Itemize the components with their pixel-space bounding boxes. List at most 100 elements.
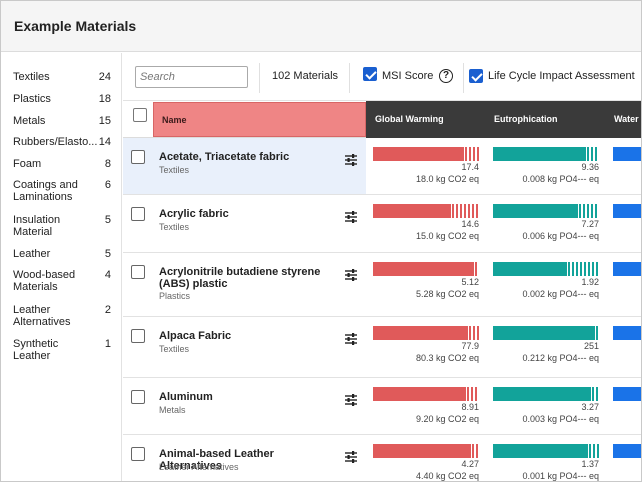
help-icon[interactable]: ? xyxy=(439,69,453,83)
sidebar-category[interactable]: Rubbers/Elasto... 14 xyxy=(13,136,111,148)
sidebar-category-count: 5 xyxy=(104,248,111,260)
eutrophication-value: 9.36 xyxy=(581,162,599,172)
tune-icon[interactable] xyxy=(344,450,358,464)
row-checkbox[interactable] xyxy=(131,265,145,279)
sidebar-category-label: Textiles xyxy=(13,71,50,83)
msi-score-checkbox[interactable] xyxy=(363,67,377,81)
eutrophication-value: 1.92 xyxy=(581,277,599,287)
toolbar: 102 Materials MSI Score ? Life Cycle Imp… xyxy=(123,53,641,101)
sidebar-category[interactable]: Synthetic Leather 1 xyxy=(13,338,111,362)
global-warming-bar xyxy=(373,147,479,161)
msi-score-label: MSI Score xyxy=(382,70,434,82)
row-checkbox[interactable] xyxy=(131,329,145,343)
table-row[interactable]: Animal-based Leather Alternatives Leather… xyxy=(123,435,641,481)
sidebar-category-count: 15 xyxy=(98,115,111,127)
global-warming-value: 4.27 xyxy=(461,459,479,469)
eutrophication-column-header[interactable]: Eutrophication xyxy=(494,114,558,124)
lca-checkbox[interactable] xyxy=(469,69,483,83)
sidebar-category[interactable]: Textiles 24 xyxy=(13,71,111,83)
sidebar-category-count: 6 xyxy=(104,179,111,191)
tune-icon[interactable] xyxy=(344,153,358,167)
sidebar-category-count: 14 xyxy=(98,136,111,148)
sidebar-category-count: 2 xyxy=(104,304,111,316)
water-bar xyxy=(613,444,641,458)
global-warming-unit: 80.3 kg CO2 eq xyxy=(415,353,479,363)
sidebar-category[interactable]: Wood-based Materials 4 xyxy=(13,269,111,293)
global-warming-bar xyxy=(373,204,479,218)
global-warming-value: 5.12 xyxy=(461,277,479,287)
eutrophication-bar xyxy=(493,147,599,161)
eutrophication-value: 1.37 xyxy=(581,459,599,469)
sidebar-category[interactable]: Metals 15 xyxy=(13,115,111,127)
sidebar-category[interactable]: Coatings and Laminations 6 xyxy=(13,179,111,203)
global-warming-column-header[interactable]: Global Warming xyxy=(375,114,444,124)
sidebar-category-label: Leather xyxy=(13,248,51,260)
page-title: Example Materials xyxy=(14,18,137,34)
eutrophication-bar xyxy=(493,262,599,276)
global-warming-unit: 5.28 kg CO2 eq xyxy=(415,289,479,299)
sidebar-category[interactable]: Plastics 18 xyxy=(13,93,111,105)
material-name[interactable]: Aluminum xyxy=(159,391,334,403)
sidebar-category[interactable]: Leather 5 xyxy=(13,248,111,260)
eutrophication-unit: 0.001 kg PO4--- eq xyxy=(522,471,599,481)
water-bar xyxy=(613,262,641,276)
global-warming-bar xyxy=(373,262,479,276)
tune-icon[interactable] xyxy=(344,332,358,346)
global-warming-value: 17.4 xyxy=(461,162,479,172)
eutrophication-unit: 0.212 kg PO4--- eq xyxy=(522,353,599,363)
table-row[interactable]: Aluminum Metals 8.91 9.20 kg CO2 eq 3.27 0.00… xyxy=(123,378,641,435)
eutrophication-value: 251 xyxy=(583,341,599,351)
table-row[interactable]: Acetate, Triacetate fabric Textiles 17.4 18… xyxy=(123,138,641,195)
eutrophication-unit: 0.008 kg PO4--- eq xyxy=(522,174,599,184)
sidebar-category-count: 4 xyxy=(104,269,111,281)
water-column-header[interactable]: Water xyxy=(614,114,639,124)
sidebar-category[interactable]: Leather Alternatives 2 xyxy=(13,304,111,328)
tune-icon[interactable] xyxy=(344,210,358,224)
material-name[interactable]: Acetate, Triacetate fabric xyxy=(159,151,334,163)
app-window: Example Materials Textiles 24 Plastics 18 Me… xyxy=(0,0,642,482)
row-checkbox[interactable] xyxy=(131,390,145,404)
name-column-label: Name xyxy=(162,115,187,125)
divider xyxy=(259,63,260,93)
material-category: Metals xyxy=(159,405,186,415)
select-all-checkbox[interactable] xyxy=(133,108,147,122)
search-input[interactable] xyxy=(135,66,248,88)
sidebar-category-label: Rubbers/Elasto... xyxy=(13,136,98,148)
lca-label: Life Cycle Impact Assessment xyxy=(488,70,635,82)
name-cell: Acrylic fabric Textiles xyxy=(123,195,366,252)
name-cell: Acrylonitrile butadiene styrene (ABS) pl… xyxy=(123,253,366,316)
category-sidebar: Textiles 24 Plastics 18 Metals 15 Rubbers/Elas… xyxy=(1,53,122,481)
eutrophication-unit: 0.006 kg PO4--- eq xyxy=(522,231,599,241)
water-bar xyxy=(613,204,641,218)
sidebar-category-label: Foam xyxy=(13,158,42,170)
sidebar-category-label: Wood-based Materials xyxy=(13,269,76,293)
sidebar-category-label: Leather Alternatives xyxy=(13,304,71,328)
material-category: Textiles xyxy=(159,222,190,232)
eutrophication-bar xyxy=(493,387,599,401)
tune-icon[interactable] xyxy=(344,268,358,282)
material-count: 102 Materials xyxy=(272,70,339,82)
global-warming-bar xyxy=(373,326,479,340)
name-cell: Aluminum Metals xyxy=(123,378,366,434)
name-column-header[interactable]: Name xyxy=(153,102,366,137)
row-checkbox[interactable] xyxy=(131,207,145,221)
table-row[interactable]: Acrylic fabric Textiles 14.6 15.0 kg CO2 eq… xyxy=(123,195,641,253)
row-checkbox[interactable] xyxy=(131,150,145,164)
global-warming-unit: 15.0 kg CO2 eq xyxy=(415,231,479,241)
tune-icon[interactable] xyxy=(344,393,358,407)
sidebar-category[interactable]: Foam 8 xyxy=(13,158,111,170)
sidebar-category-label: Synthetic Leather xyxy=(13,338,59,362)
sidebar-category-count: 1 xyxy=(104,338,111,350)
material-name[interactable]: Acrylonitrile butadiene styrene (ABS) pl… xyxy=(159,266,334,290)
row-checkbox[interactable] xyxy=(131,447,145,461)
sidebar-category[interactable]: Insulation Material 5 xyxy=(13,214,111,238)
name-cell: Acetate, Triacetate fabric Textiles xyxy=(123,138,366,194)
eutrophication-bar xyxy=(493,444,599,458)
name-cell: Animal-based Leather Alternatives Leather… xyxy=(123,435,366,481)
material-name[interactable]: Alpaca Fabric xyxy=(159,330,334,342)
sidebar-category-label: Coatings and Laminations xyxy=(13,179,78,203)
material-name[interactable]: Acrylic fabric xyxy=(159,208,334,220)
table-row[interactable]: Acrylonitrile butadiene styrene (ABS) pl… xyxy=(123,253,641,317)
eutrophication-unit: 0.003 kg PO4--- eq xyxy=(522,414,599,424)
table-row[interactable]: Alpaca Fabric Textiles 77.9 80.3 kg CO2 eq 2… xyxy=(123,317,641,378)
